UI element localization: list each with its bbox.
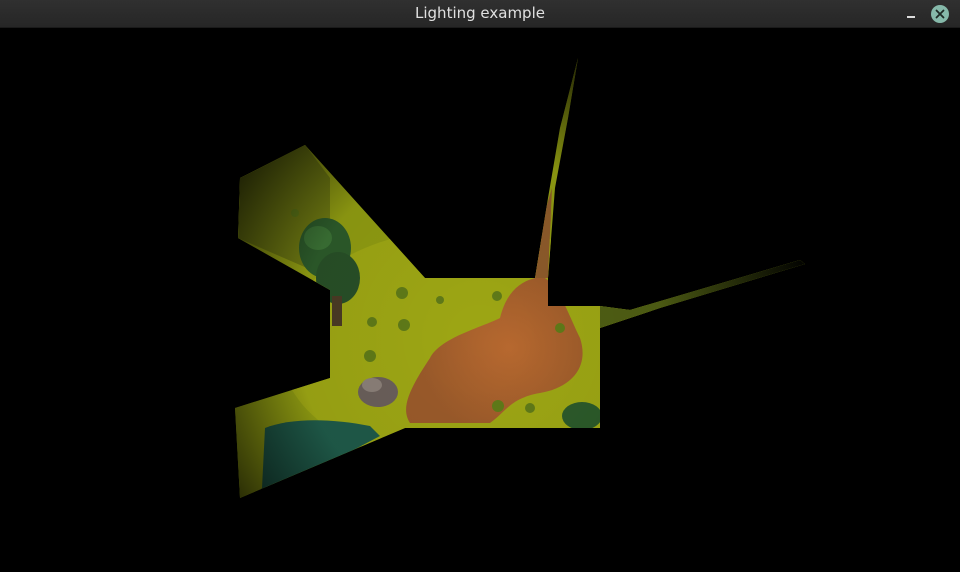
minimize-button[interactable] <box>900 4 920 24</box>
minimize-icon <box>907 16 915 18</box>
close-icon <box>935 9 945 19</box>
close-button[interactable] <box>931 5 949 23</box>
window-title: Lighting example <box>415 4 545 22</box>
game-viewport[interactable] <box>0 28 960 572</box>
app-window: Lighting example <box>0 0 960 572</box>
lit-terrain <box>235 58 805 498</box>
lit-scene <box>235 58 805 498</box>
title-bar[interactable]: Lighting example <box>0 0 960 28</box>
